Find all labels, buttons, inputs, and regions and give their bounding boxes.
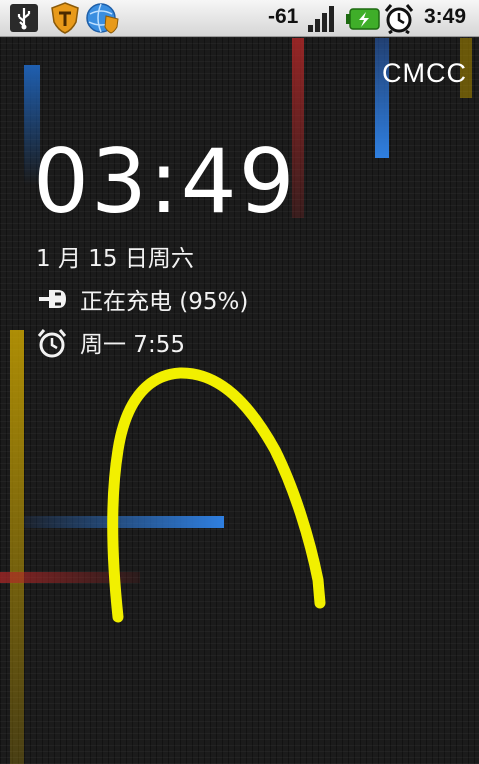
gesture-stroke bbox=[107, 367, 326, 623]
lock-screen[interactable]: -61 3:49 CMCC 03:49 1 月 15 日周六 正在充电 (95%… bbox=[0, 0, 479, 764]
